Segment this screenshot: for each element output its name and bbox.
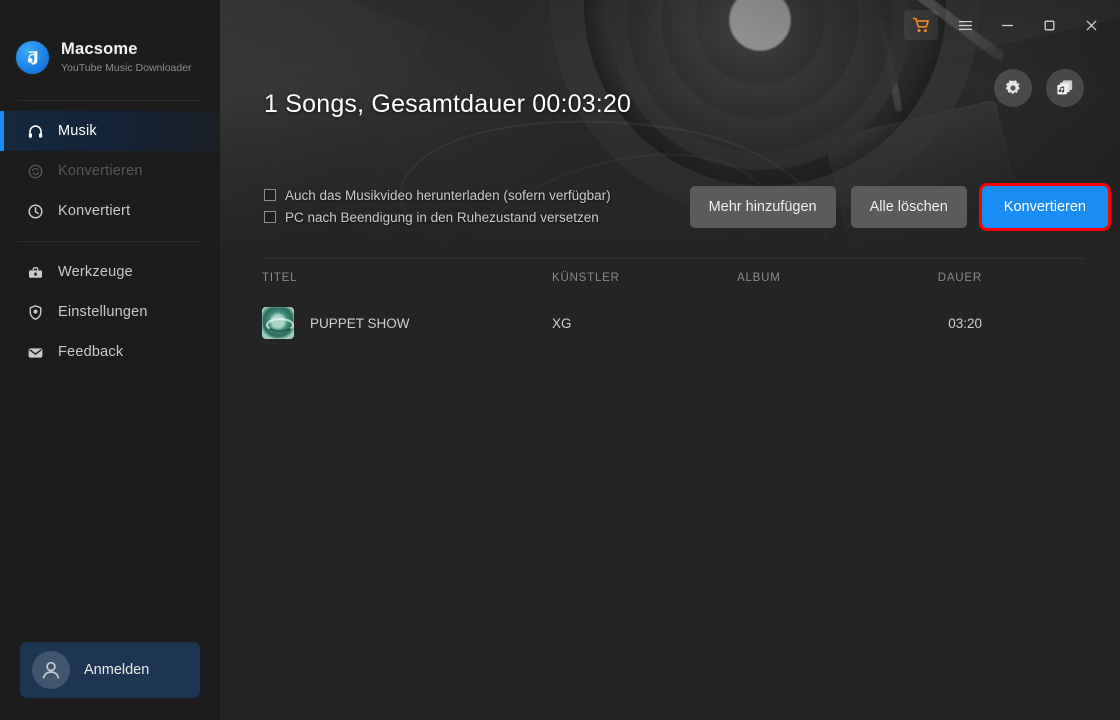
column-header-album[interactable]: ALBUM	[737, 272, 882, 284]
sidebar-item-einstellungen[interactable]: Einstellungen	[0, 292, 220, 332]
main-content: 1 Songs, Gesamtdauer 00:03:20 Auch das M…	[220, 0, 1120, 720]
sidebar-divider-top	[18, 100, 202, 101]
headphones-icon	[26, 122, 44, 140]
window-controls	[904, 10, 1112, 40]
shopping-cart-icon[interactable]	[904, 10, 938, 40]
convert-button[interactable]: Konvertieren	[981, 186, 1108, 228]
sidebar-item-label: Einstellungen	[58, 304, 148, 320]
user-avatar-icon	[32, 651, 70, 689]
sidebar-item-musik[interactable]: Musik	[0, 111, 220, 151]
toolbox-icon	[26, 263, 44, 281]
clear-all-button[interactable]: Alle löschen	[850, 186, 967, 228]
action-buttons: Mehr hinzufügen Alle löschen Konvertiere…	[689, 186, 1108, 228]
music-library-icon[interactable]	[1046, 69, 1084, 107]
column-header-duration[interactable]: DAUER	[882, 272, 982, 284]
option-label: Auch das Musikvideo herunterladen (sofer…	[285, 187, 611, 203]
option-download-music-video[interactable]: Auch das Musikvideo herunterladen (sofer…	[264, 184, 611, 206]
table-header: TITEL KÜNSTLER ALBUM DAUER	[220, 259, 1120, 297]
signin-button[interactable]: Anmelden	[20, 642, 200, 698]
settings-shield-icon	[26, 303, 44, 321]
sidebar-item-konvertieren[interactable]: Konvertieren	[0, 151, 220, 191]
option-label: PC nach Beendigung in den Ruhezustand ve…	[285, 209, 599, 225]
cell-title: PUPPET SHOW	[310, 315, 410, 331]
cell-artist: XG	[552, 315, 572, 331]
column-header-title[interactable]: TITEL	[262, 272, 552, 284]
sidebar-item-konvertiert[interactable]: Konvertiert	[0, 191, 220, 231]
cell-duration: 03:20	[948, 315, 982, 331]
table-row[interactable]: PUPPET SHOW XG 03:20	[220, 297, 1120, 349]
convert-icon	[26, 162, 44, 180]
sidebar-item-feedback[interactable]: Feedback	[0, 332, 220, 372]
signin-label: Anmelden	[84, 662, 150, 678]
sidebar-item-label: Feedback	[58, 344, 124, 360]
sidebar-item-label: Konvertiert	[58, 203, 131, 219]
sidebar-item-werkzeuge[interactable]: Werkzeuge	[0, 252, 220, 292]
download-options: Auch das Musikvideo herunterladen (sofer…	[264, 184, 611, 228]
maximize-icon[interactable]	[1028, 10, 1070, 40]
album-art-thumbnail	[262, 307, 294, 339]
brand-header: Macsome YouTube Music Downloader	[0, 0, 220, 92]
brand-subtitle: YouTube Music Downloader	[61, 61, 192, 74]
hero-banner: 1 Songs, Gesamtdauer 00:03:20 Auch das M…	[220, 0, 1120, 258]
sidebar-item-label: Werkzeuge	[58, 264, 133, 280]
sidebar-divider-mid	[18, 241, 202, 242]
column-header-artist[interactable]: KÜNSTLER	[552, 272, 737, 284]
gear-icon[interactable]	[994, 69, 1032, 107]
option-sleep-after-finish[interactable]: PC nach Beendigung in den Ruhezustand ve…	[264, 206, 611, 228]
app-window: Macsome YouTube Music Downloader Musik K…	[0, 0, 1120, 720]
sidebar-item-label: Konvertieren	[58, 163, 143, 179]
sidebar-item-label: Musik	[58, 123, 97, 139]
hamburger-menu-icon[interactable]	[944, 10, 986, 40]
add-more-button[interactable]: Mehr hinzufügen	[689, 186, 836, 228]
checkbox[interactable]	[264, 189, 276, 201]
app-logo-icon	[16, 40, 49, 74]
page-title: 1 Songs, Gesamtdauer 00:03:20	[264, 90, 632, 118]
brand-name: Macsome	[61, 39, 138, 58]
checkbox[interactable]	[264, 211, 276, 223]
sidebar-nav: Musik Konvertieren Konvertiert Werkzeuge…	[0, 111, 220, 372]
sidebar: Macsome YouTube Music Downloader Musik K…	[0, 0, 220, 720]
minimize-icon[interactable]	[986, 10, 1028, 40]
hero-tool-buttons	[994, 69, 1084, 107]
clock-history-icon	[26, 202, 44, 220]
close-icon[interactable]	[1070, 10, 1112, 40]
mail-icon	[26, 343, 44, 361]
